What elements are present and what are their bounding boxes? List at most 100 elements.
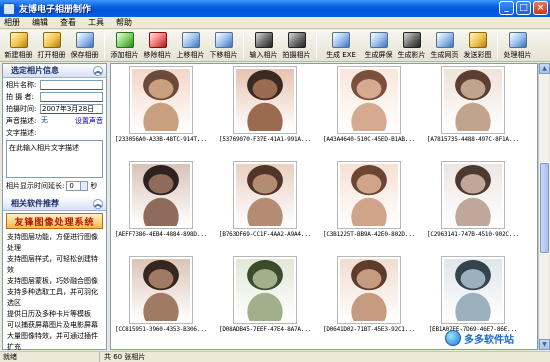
toolbar-button-7[interactable]: 输入相片 xyxy=(247,30,280,61)
process-photo-icon xyxy=(508,32,527,48)
toolbar-button-13[interactable]: 发送彩图 xyxy=(461,30,494,61)
move-down-icon xyxy=(214,32,233,48)
photo-info-header[interactable]: 选定相片信息 ︽ xyxy=(3,64,106,78)
delay-stepper[interactable]: 0 xyxy=(66,181,89,191)
photo-card[interactable]: [AEFF7386-4EB4-4884-898D... xyxy=(111,161,211,238)
soft-recommend-title: 相关软件推荐 xyxy=(11,199,59,208)
photo-thumbnail[interactable] xyxy=(129,256,193,324)
scroll-up-icon[interactable]: ▲ xyxy=(539,63,550,74)
photo-name-row: 相片名称: xyxy=(6,79,103,90)
sound-row: 声音描述: 无 设置声音 xyxy=(6,115,103,126)
delay-unit: 秒 xyxy=(90,182,98,190)
menu-item-0[interactable]: 相册 xyxy=(4,17,20,28)
photo-card[interactable]: [D08ADB45-7EEF-47E4-8A7A... xyxy=(215,256,315,333)
photo-card[interactable]: [EB1A07EE-7D69-46E7-86E... xyxy=(423,256,523,333)
window-controls: _ □ × xyxy=(499,1,548,15)
photo-image xyxy=(340,164,398,226)
watermark: 多多软件站 xyxy=(445,330,514,346)
photo-info-title: 选定相片信息 xyxy=(11,66,59,75)
photo-thumbnail[interactable] xyxy=(337,256,401,324)
toolbar-separator xyxy=(243,33,244,59)
toolbar-button-12[interactable]: 生成网页 xyxy=(428,30,461,61)
photo-card[interactable]: [B763DF69-CC1F-4AA2-A9A4... xyxy=(215,161,315,238)
photo-thumbnail[interactable] xyxy=(129,161,193,229)
vertical-scrollbar[interactable]: ▲ ▼ xyxy=(538,63,550,350)
toolbar-button-4[interactable]: 移除相片 xyxy=(141,30,174,61)
photo-card[interactable]: [A7815735-4488-497C-8F1A... xyxy=(423,66,523,143)
save-album-icon xyxy=(75,32,94,48)
watermark-logo-icon xyxy=(445,330,461,346)
toolbar-button-2[interactable]: 保存相册 xyxy=(68,30,101,61)
toolbar-button-14[interactable]: 处理相片 xyxy=(501,30,534,61)
toolbar-label: 输入相片 xyxy=(249,51,278,59)
collapse-icon[interactable]: ︽ xyxy=(93,198,103,209)
photo-thumbnail[interactable] xyxy=(337,66,401,134)
photo-thumbnail[interactable] xyxy=(441,161,505,229)
photo-card[interactable]: [A43A4640-510C-45ED-B1AB... xyxy=(319,66,419,143)
toolbar-label: 保存相册 xyxy=(70,51,99,59)
watermark-text: 多多软件站 xyxy=(464,334,514,346)
photo-thumbnail[interactable] xyxy=(337,161,401,229)
status-bar: 就绪 共 60 张相片 xyxy=(0,351,550,362)
photo-card[interactable]: [CC815951-3960-4353-B306... xyxy=(111,256,211,333)
photo-thumbnail[interactable] xyxy=(233,256,297,324)
maximize-button[interactable]: □ xyxy=(516,1,531,15)
photo-thumbnail[interactable] xyxy=(441,256,505,324)
left-panel: 选定相片信息 ︽ 相片名称: 拍 摄 者: 拍摄时间: 2007年3月28日 声… xyxy=(2,63,107,351)
menu-item-3[interactable]: 工具 xyxy=(88,17,104,28)
toolbar-label: 生成影片 xyxy=(397,51,426,59)
close-button[interactable]: × xyxy=(533,1,548,15)
photo-image xyxy=(132,164,190,226)
photo-name-label: 相片名称: xyxy=(6,80,37,89)
photo-image xyxy=(236,164,294,226)
photo-image xyxy=(444,69,502,131)
photo-image xyxy=(132,259,190,321)
toolbar-button-11[interactable]: 生成影片 xyxy=(395,30,428,61)
toolbar-button-0[interactable]: 新建相册 xyxy=(2,30,35,61)
new-album-icon xyxy=(9,32,28,48)
date-input[interactable]: 2007年3月28日 xyxy=(40,103,103,114)
toolbar-label: 生成屏保 xyxy=(364,51,393,59)
photo-card[interactable]: [233056A0-A33B-48TC-914T... xyxy=(111,66,211,143)
toolbar-button-6[interactable]: 下移相片 xyxy=(207,30,240,61)
toolbar-button-3[interactable]: 添加相片 xyxy=(108,30,141,61)
toolbar-label: 下移相片 xyxy=(209,51,238,59)
photo-name-input[interactable] xyxy=(40,79,103,90)
photo-caption: [AEFF7386-4EB4-4884-898D... xyxy=(114,231,208,238)
photo-thumbnail[interactable] xyxy=(129,66,193,134)
toolbar-button-9[interactable]: 生成 EXE xyxy=(320,30,362,61)
scroll-down-icon[interactable]: ▼ xyxy=(539,339,550,350)
photo-thumbnail[interactable] xyxy=(441,66,505,134)
photographer-input[interactable] xyxy=(40,91,103,102)
software-banner[interactable]: 友锋图像处理系统 xyxy=(6,213,103,229)
collapse-icon[interactable]: ︽ xyxy=(93,65,103,76)
toolbar-label: 移除相片 xyxy=(143,51,172,59)
scroll-thumb[interactable] xyxy=(540,163,549,253)
photo-card[interactable]: [C2963141-747B-4510-902C... xyxy=(423,161,523,238)
photo-card[interactable]: [53769070-F37E-41A1-991A... xyxy=(215,66,315,143)
photo-card[interactable]: [D0641D02-71BT-45E3-92C1... xyxy=(319,256,419,333)
text-desc-textarea[interactable]: 在此输入相片文字描述 xyxy=(6,140,103,178)
toolbar-button-5[interactable]: 上移相片 xyxy=(174,30,207,61)
set-sound-link[interactable]: 设置声音 xyxy=(75,116,103,126)
photo-count: 共 60 张相片 xyxy=(104,353,146,361)
menu-item-1[interactable]: 编辑 xyxy=(32,17,48,28)
photo-thumbnail[interactable] xyxy=(233,161,297,229)
photo-card[interactable]: [C3B1225T-BB9A-42E0-802D... xyxy=(319,161,419,238)
toolbar-label: 生成 EXE xyxy=(326,51,356,59)
photo-caption: [CC815951-3960-4353-B306... xyxy=(114,326,208,333)
toolbar-label: 处理相片 xyxy=(503,51,532,59)
menu-item-2[interactable]: 查看 xyxy=(60,17,76,28)
toolbar-button-1[interactable]: 打开相册 xyxy=(35,30,68,61)
send-mms-icon xyxy=(468,32,487,48)
soft-recommend-header[interactable]: 相关软件推荐 ︽ xyxy=(3,197,106,211)
toolbar-label: 发送彩图 xyxy=(463,51,492,59)
title-bar: 友博电子相册制作 _ □ × xyxy=(0,0,550,17)
toolbar-button-8[interactable]: 拍摄相片 xyxy=(280,30,313,61)
photo-thumbnail[interactable] xyxy=(233,66,297,134)
minimize-button[interactable]: _ xyxy=(499,1,514,15)
menu-item-4[interactable]: 帮助 xyxy=(116,17,132,28)
main-toolbar: 新建相册 打开相册 保存相册 添加相片 移除相片 上移相片 下移相片 输入相片 拍摄相片 生成 E… xyxy=(0,30,550,62)
open-album-icon xyxy=(42,32,61,48)
toolbar-button-10[interactable]: 生成屏保 xyxy=(362,30,395,61)
